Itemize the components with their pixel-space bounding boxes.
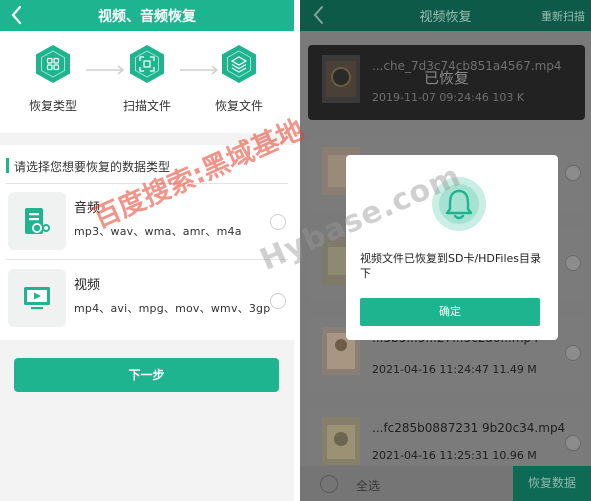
right-screen: 视频恢复 重新扫描 ...che_7d3c74cb851a4567.mp4 已恢…: [300, 0, 591, 501]
step-recover-type: 恢复类型: [16, 43, 90, 114]
grid-hex-icon: [36, 45, 70, 83]
type-option-audio[interactable]: 音频 mp3、wav、wma、amr、m4a: [6, 189, 288, 255]
recovered-label: 已恢复: [423, 69, 469, 87]
dialog-message: 视频文件已恢复到SD卡/HDFiles目录下: [360, 252, 542, 280]
type-option-video[interactable]: 视频 mp4、avi、mpg、mov、wmv、3gp: [6, 266, 288, 332]
type-name: 视频: [74, 278, 101, 293]
divider: [6, 259, 288, 260]
select-all-label[interactable]: 全选: [356, 477, 380, 494]
file-meta: 2021-04-16 11:25:31 10.96 M: [372, 449, 537, 462]
recover-data-button[interactable]: 恢复数据: [513, 466, 591, 501]
top-bar: 视频、音频恢复: [0, 0, 294, 31]
scan-hex-icon: [130, 45, 164, 83]
file-name: ...fc285b0887231 9b20c34.mp4: [372, 421, 566, 435]
step-label: 恢复文件: [214, 99, 263, 113]
page-title: 视频、音频恢复: [98, 9, 196, 25]
divider: [6, 183, 288, 184]
video-screen-icon: [24, 287, 50, 310]
bell-icon: [432, 177, 486, 231]
file-item[interactable]: ...che_7d3c74cb851a4567.mp4 已恢复 2019-11-…: [308, 45, 585, 120]
data-type-panel: 请选择您想要恢复的数据类型 音频 mp3、wav、wma、amr、m4a 视频 …: [0, 145, 294, 340]
rescan-button[interactable]: 重新扫描: [541, 8, 585, 24]
left-screen: 视频、音频恢复 恢复类型 扫描文件 恢复文件 请选择您想要恢复的数据类型 音频 …: [0, 0, 294, 501]
type-name: 音频: [74, 201, 101, 216]
file-radio[interactable]: [565, 435, 581, 451]
icon-box: [8, 192, 66, 250]
file-radio[interactable]: [565, 255, 581, 271]
file-radio[interactable]: [565, 165, 581, 181]
bottom-bar: 全选 恢复数据: [300, 466, 591, 501]
audio-file-icon: [25, 208, 50, 234]
layers-hex-icon: [222, 45, 256, 83]
type-extensions: mp3、wav、wma、amr、m4a: [74, 225, 242, 238]
recovered-dialog: 视频文件已恢复到SD卡/HDFiles目录下 确定: [346, 155, 558, 340]
step-indicator: 恢复类型 扫描文件 恢复文件: [0, 31, 294, 133]
file-meta: 2021-04-16 11:24:47 11.49 M: [372, 363, 537, 376]
top-bar: 视频恢复 重新扫描: [300, 0, 591, 31]
confirm-button[interactable]: 确定: [360, 298, 540, 326]
prompt-accent-bar: [6, 158, 9, 173]
video-thumbnail: [322, 417, 360, 465]
type-extensions: mp4、avi、mpg、mov、wmv、3gp: [74, 302, 271, 315]
step-scan-files: 扫描文件: [110, 43, 184, 114]
radio-audio[interactable]: [270, 214, 286, 230]
file-meta: 2019-11-07 09:24:46 103 K: [372, 91, 525, 104]
step-recover-files: 恢复文件: [202, 43, 276, 114]
screenshot-frame: 视频、音频恢复 恢复类型 扫描文件 恢复文件 请选择您想要恢复的数据类型 音频 …: [0, 0, 591, 501]
step-label: 扫描文件: [122, 99, 171, 113]
icon-box: [8, 269, 66, 327]
prompt-text: 请选择您想要恢复的数据类型: [14, 160, 171, 174]
step-label: 恢复类型: [28, 99, 77, 113]
radio-video[interactable]: [270, 293, 286, 309]
select-all-radio[interactable]: [320, 475, 338, 493]
file-radio[interactable]: [565, 345, 581, 361]
next-step-button[interactable]: 下一步: [14, 358, 279, 392]
